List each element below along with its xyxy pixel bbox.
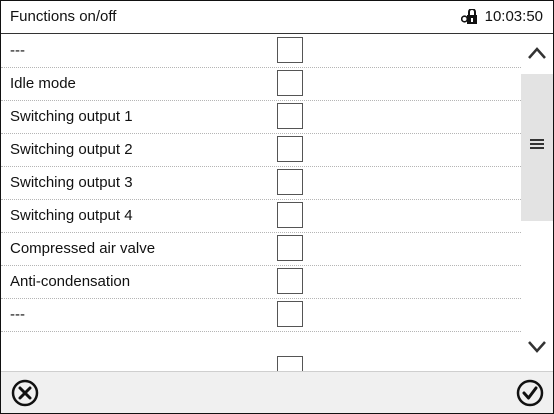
function-checkbox[interactable]	[277, 103, 303, 129]
list-item-label: Idle mode	[10, 75, 76, 92]
function-checkbox[interactable]	[277, 169, 303, 195]
chevron-up-icon[interactable]	[525, 42, 549, 66]
function-checkbox[interactable]	[277, 37, 303, 63]
function-checkbox[interactable]	[277, 235, 303, 261]
list-item: Switching output 2	[1, 133, 521, 167]
scrollbar[interactable]	[521, 34, 553, 371]
list-item: Compressed air valve	[1, 232, 521, 266]
list-item-label: ---	[10, 306, 25, 323]
function-checkbox[interactable]	[277, 268, 303, 294]
list-item-label: ---	[10, 42, 25, 59]
list-item-label: Switching output 1	[10, 108, 133, 125]
list-item: Switching output 3	[1, 166, 521, 200]
function-checkbox[interactable]	[277, 301, 303, 327]
chevron-down-icon[interactable]	[525, 334, 549, 358]
list-item: ---	[1, 298, 521, 332]
list-item-label: Switching output 2	[10, 141, 133, 158]
function-checkbox[interactable]	[277, 70, 303, 96]
clock: 10:03:50	[460, 8, 543, 25]
list-item: Switching output 4	[1, 199, 521, 233]
list-item: Switching output 1	[1, 100, 521, 134]
function-checkbox-partial[interactable]	[277, 356, 303, 371]
menu-icon	[530, 139, 544, 149]
cancel-circle-icon[interactable]	[10, 378, 40, 408]
list-item-partial	[1, 331, 521, 371]
confirm-check-icon[interactable]	[515, 378, 545, 408]
page-title: Functions on/off	[10, 8, 117, 25]
functions-list: --- Idle mode Switching output 1 Switchi…	[1, 34, 521, 371]
scroll-thumb[interactable]	[521, 74, 553, 221]
function-checkbox[interactable]	[277, 202, 303, 228]
header-bar: Functions on/off 10:03:50	[1, 1, 553, 34]
list-item-label: Anti-condensation	[10, 273, 131, 290]
function-checkbox[interactable]	[277, 136, 303, 162]
list-item-label: Compressed air valve	[10, 240, 156, 257]
footer-bar	[1, 371, 553, 413]
functions-dialog: Functions on/off 10:03:50 --- Idle mode …	[0, 0, 554, 414]
list-item-label: Switching output 3	[10, 174, 133, 191]
list-item-label: Switching output 4	[10, 207, 133, 224]
list-item: ---	[1, 34, 521, 68]
lock-icon	[460, 8, 477, 24]
list-item: Idle mode	[1, 67, 521, 101]
list-item: Anti-condensation	[1, 265, 521, 299]
clock-time: 10:03:50	[484, 8, 543, 25]
